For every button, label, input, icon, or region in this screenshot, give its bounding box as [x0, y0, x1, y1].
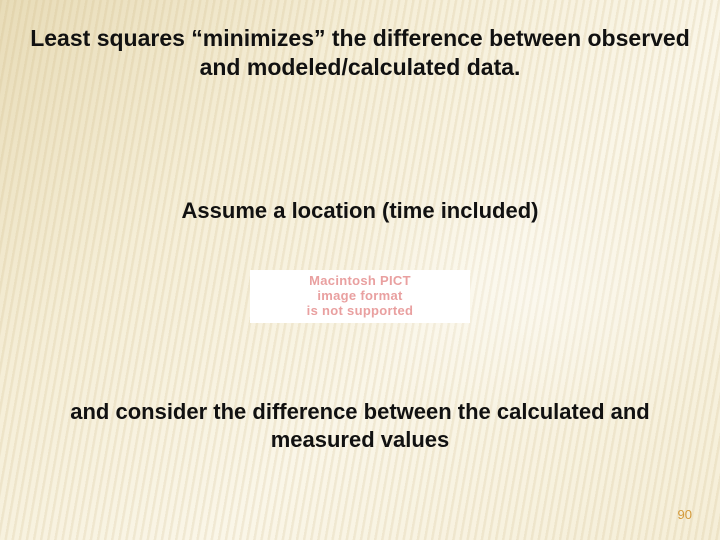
- slide-subheading: Assume a location (time included): [20, 198, 700, 224]
- page-number: 90: [678, 507, 692, 522]
- slide-heading: Least squares “minimizes” the difference…: [20, 24, 700, 82]
- placeholder-line-2: image format: [256, 289, 464, 304]
- slide-container: Least squares “minimizes” the difference…: [0, 0, 720, 540]
- image-placeholder: Macintosh PICT image format is not suppo…: [250, 270, 470, 323]
- slide-body-text: and consider the difference between the …: [18, 398, 702, 453]
- placeholder-line-3: is not supported: [256, 304, 464, 319]
- placeholder-line-1: Macintosh PICT: [256, 274, 464, 289]
